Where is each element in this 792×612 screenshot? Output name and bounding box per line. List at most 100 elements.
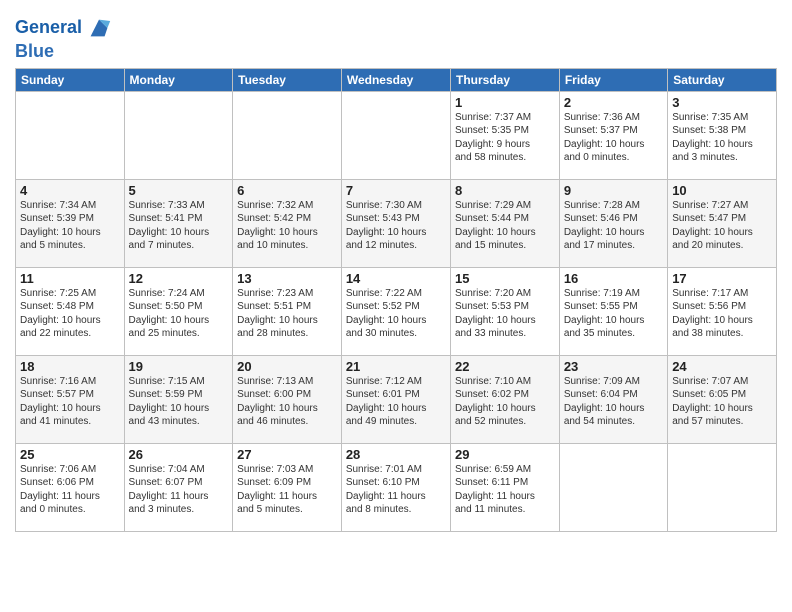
day-info: Sunrise: 7:29 AMSunset: 5:44 PMDaylight:… [455, 199, 555, 253]
day-info: Sunrise: 7:03 AMSunset: 6:09 PMDaylight:… [237, 463, 337, 517]
calendar-cell: 5Sunrise: 7:33 AMSunset: 5:41 PMDaylight… [124, 179, 233, 267]
day-info: Sunrise: 7:34 AMSunset: 5:39 PMDaylight:… [20, 199, 120, 253]
day-number: 29 [455, 447, 555, 462]
day-number: 11 [20, 271, 120, 286]
calendar-cell: 24Sunrise: 7:07 AMSunset: 6:05 PMDayligh… [668, 355, 777, 443]
day-number: 16 [564, 271, 663, 286]
calendar-cell: 23Sunrise: 7:09 AMSunset: 6:04 PMDayligh… [559, 355, 667, 443]
day-number: 20 [237, 359, 337, 374]
calendar-cell [124, 91, 233, 179]
calendar-cell: 8Sunrise: 7:29 AMSunset: 5:44 PMDaylight… [450, 179, 559, 267]
calendar-cell: 25Sunrise: 7:06 AMSunset: 6:06 PMDayligh… [16, 443, 125, 531]
calendar-header-thursday: Thursday [450, 68, 559, 91]
day-info: Sunrise: 7:20 AMSunset: 5:53 PMDaylight:… [455, 287, 555, 341]
day-info: Sunrise: 7:32 AMSunset: 5:42 PMDaylight:… [237, 199, 337, 253]
day-number: 4 [20, 183, 120, 198]
calendar-header-sunday: Sunday [16, 68, 125, 91]
day-number: 10 [672, 183, 772, 198]
calendar-cell: 21Sunrise: 7:12 AMSunset: 6:01 PMDayligh… [341, 355, 450, 443]
calendar-header-wednesday: Wednesday [341, 68, 450, 91]
day-info: Sunrise: 7:24 AMSunset: 5:50 PMDaylight:… [129, 287, 229, 341]
calendar-cell: 1Sunrise: 7:37 AMSunset: 5:35 PMDaylight… [450, 91, 559, 179]
day-number: 2 [564, 95, 663, 110]
day-info: Sunrise: 7:30 AMSunset: 5:43 PMDaylight:… [346, 199, 446, 253]
day-info: Sunrise: 6:59 AMSunset: 6:11 PMDaylight:… [455, 463, 555, 517]
calendar-cell: 20Sunrise: 7:13 AMSunset: 6:00 PMDayligh… [233, 355, 342, 443]
day-info: Sunrise: 7:01 AMSunset: 6:10 PMDaylight:… [346, 463, 446, 517]
day-info: Sunrise: 7:04 AMSunset: 6:07 PMDaylight:… [129, 463, 229, 517]
day-number: 18 [20, 359, 120, 374]
day-number: 19 [129, 359, 229, 374]
day-number: 27 [237, 447, 337, 462]
day-info: Sunrise: 7:07 AMSunset: 6:05 PMDaylight:… [672, 375, 772, 429]
calendar-cell [668, 443, 777, 531]
calendar-week-3: 18Sunrise: 7:16 AMSunset: 5:57 PMDayligh… [16, 355, 777, 443]
day-number: 23 [564, 359, 663, 374]
calendar-cell: 6Sunrise: 7:32 AMSunset: 5:42 PMDaylight… [233, 179, 342, 267]
day-info: Sunrise: 7:10 AMSunset: 6:02 PMDaylight:… [455, 375, 555, 429]
calendar-header-row: SundayMondayTuesdayWednesdayThursdayFrid… [16, 68, 777, 91]
day-info: Sunrise: 7:35 AMSunset: 5:38 PMDaylight:… [672, 111, 772, 165]
calendar-week-2: 11Sunrise: 7:25 AMSunset: 5:48 PMDayligh… [16, 267, 777, 355]
day-number: 3 [672, 95, 772, 110]
calendar-cell: 16Sunrise: 7:19 AMSunset: 5:55 PMDayligh… [559, 267, 667, 355]
header: General Blue [15, 10, 777, 62]
day-info: Sunrise: 7:27 AMSunset: 5:47 PMDaylight:… [672, 199, 772, 253]
day-number: 22 [455, 359, 555, 374]
calendar-cell: 27Sunrise: 7:03 AMSunset: 6:09 PMDayligh… [233, 443, 342, 531]
day-number: 24 [672, 359, 772, 374]
day-number: 28 [346, 447, 446, 462]
calendar-cell: 9Sunrise: 7:28 AMSunset: 5:46 PMDaylight… [559, 179, 667, 267]
day-info: Sunrise: 7:16 AMSunset: 5:57 PMDaylight:… [20, 375, 120, 429]
day-info: Sunrise: 7:13 AMSunset: 6:00 PMDaylight:… [237, 375, 337, 429]
calendar-cell: 26Sunrise: 7:04 AMSunset: 6:07 PMDayligh… [124, 443, 233, 531]
day-number: 6 [237, 183, 337, 198]
calendar-cell: 12Sunrise: 7:24 AMSunset: 5:50 PMDayligh… [124, 267, 233, 355]
day-number: 25 [20, 447, 120, 462]
logo-icon [85, 14, 113, 42]
day-info: Sunrise: 7:25 AMSunset: 5:48 PMDaylight:… [20, 287, 120, 341]
calendar-cell: 11Sunrise: 7:25 AMSunset: 5:48 PMDayligh… [16, 267, 125, 355]
calendar-cell: 7Sunrise: 7:30 AMSunset: 5:43 PMDaylight… [341, 179, 450, 267]
calendar-week-4: 25Sunrise: 7:06 AMSunset: 6:06 PMDayligh… [16, 443, 777, 531]
calendar-header-saturday: Saturday [668, 68, 777, 91]
day-info: Sunrise: 7:19 AMSunset: 5:55 PMDaylight:… [564, 287, 663, 341]
logo-text: General [15, 18, 82, 38]
calendar-cell: 13Sunrise: 7:23 AMSunset: 5:51 PMDayligh… [233, 267, 342, 355]
day-info: Sunrise: 7:06 AMSunset: 6:06 PMDaylight:… [20, 463, 120, 517]
day-info: Sunrise: 7:17 AMSunset: 5:56 PMDaylight:… [672, 287, 772, 341]
calendar-cell: 29Sunrise: 6:59 AMSunset: 6:11 PMDayligh… [450, 443, 559, 531]
day-info: Sunrise: 7:12 AMSunset: 6:01 PMDaylight:… [346, 375, 446, 429]
calendar-week-1: 4Sunrise: 7:34 AMSunset: 5:39 PMDaylight… [16, 179, 777, 267]
calendar-cell: 22Sunrise: 7:10 AMSunset: 6:02 PMDayligh… [450, 355, 559, 443]
calendar-cell [341, 91, 450, 179]
calendar-cell: 15Sunrise: 7:20 AMSunset: 5:53 PMDayligh… [450, 267, 559, 355]
calendar-cell: 19Sunrise: 7:15 AMSunset: 5:59 PMDayligh… [124, 355, 233, 443]
calendar-cell: 10Sunrise: 7:27 AMSunset: 5:47 PMDayligh… [668, 179, 777, 267]
day-number: 12 [129, 271, 229, 286]
calendar-cell: 4Sunrise: 7:34 AMSunset: 5:39 PMDaylight… [16, 179, 125, 267]
calendar-header-monday: Monday [124, 68, 233, 91]
calendar-cell [233, 91, 342, 179]
calendar-cell [559, 443, 667, 531]
day-info: Sunrise: 7:36 AMSunset: 5:37 PMDaylight:… [564, 111, 663, 165]
day-number: 5 [129, 183, 229, 198]
day-number: 13 [237, 271, 337, 286]
logo: General Blue [15, 14, 113, 62]
day-number: 7 [346, 183, 446, 198]
day-number: 17 [672, 271, 772, 286]
calendar-header-tuesday: Tuesday [233, 68, 342, 91]
day-info: Sunrise: 7:23 AMSunset: 5:51 PMDaylight:… [237, 287, 337, 341]
day-number: 15 [455, 271, 555, 286]
day-info: Sunrise: 7:33 AMSunset: 5:41 PMDaylight:… [129, 199, 229, 253]
day-info: Sunrise: 7:22 AMSunset: 5:52 PMDaylight:… [346, 287, 446, 341]
day-info: Sunrise: 7:28 AMSunset: 5:46 PMDaylight:… [564, 199, 663, 253]
day-number: 8 [455, 183, 555, 198]
logo-text-blue: Blue [15, 42, 113, 62]
calendar-cell: 2Sunrise: 7:36 AMSunset: 5:37 PMDaylight… [559, 91, 667, 179]
calendar-week-0: 1Sunrise: 7:37 AMSunset: 5:35 PMDaylight… [16, 91, 777, 179]
day-info: Sunrise: 7:37 AMSunset: 5:35 PMDaylight:… [455, 111, 555, 165]
calendar-cell [16, 91, 125, 179]
calendar-cell: 14Sunrise: 7:22 AMSunset: 5:52 PMDayligh… [341, 267, 450, 355]
calendar-cell: 18Sunrise: 7:16 AMSunset: 5:57 PMDayligh… [16, 355, 125, 443]
